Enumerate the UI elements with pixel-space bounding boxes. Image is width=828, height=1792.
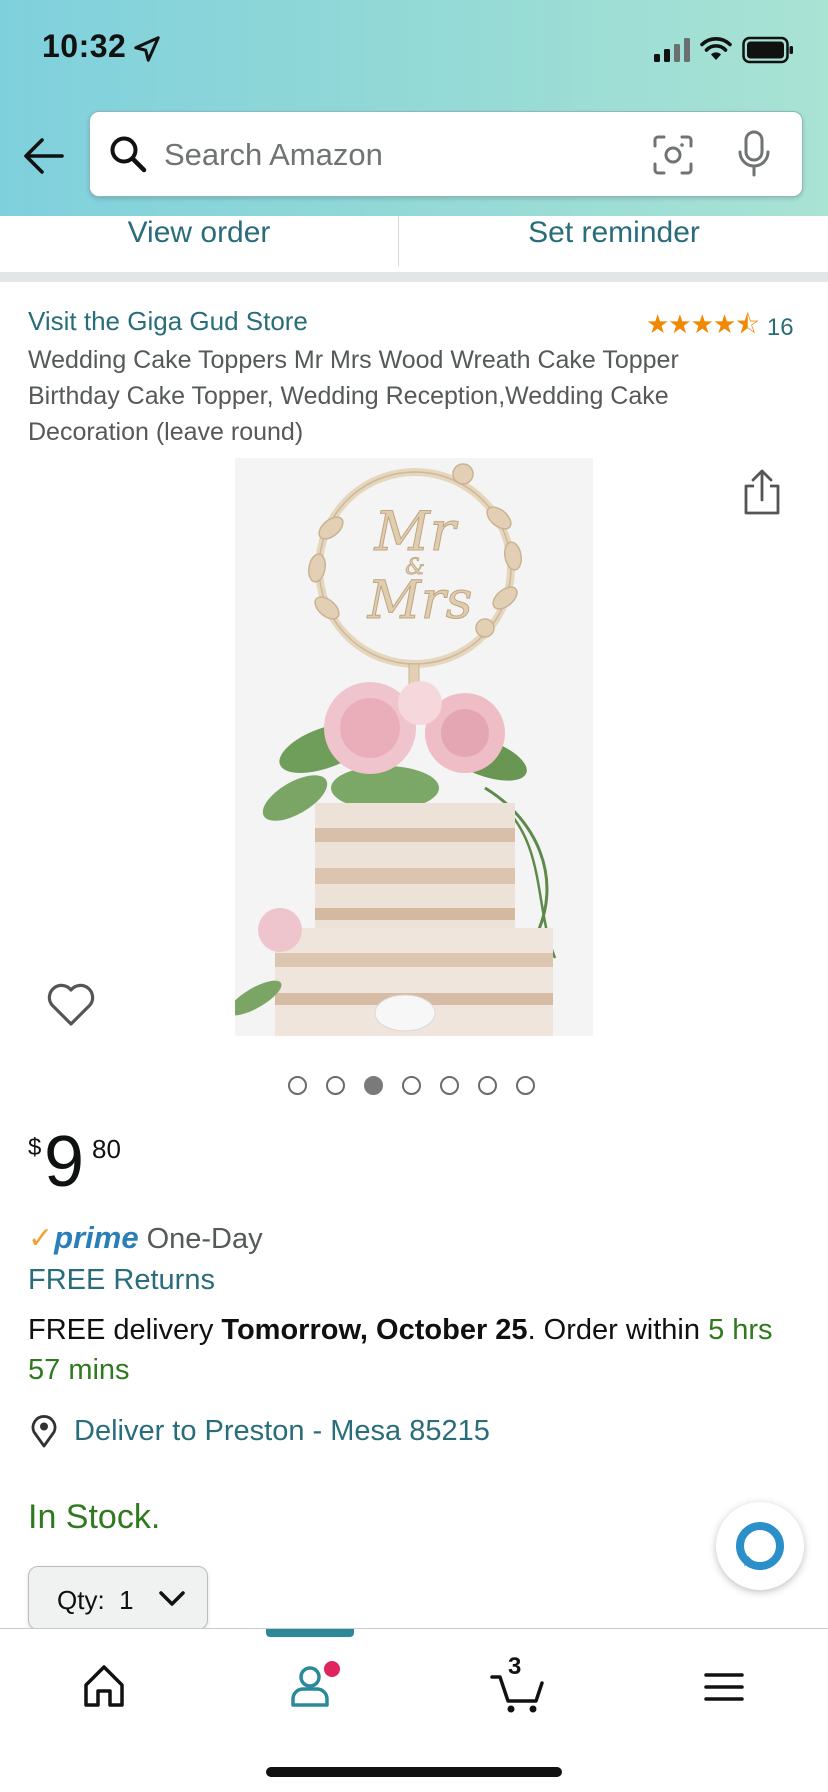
header: 10:32 [0,0,828,216]
camera-icon[interactable] [652,134,694,176]
price-symbol: $ [28,1134,42,1161]
carousel-dot[interactable] [326,1076,345,1095]
chevron-down-icon [159,1591,185,1606]
delivery-prefix: FREE delivery [28,1314,222,1346]
nav-home[interactable] [64,1649,144,1719]
divider [398,216,399,266]
quantity-label-text: Qty: [57,1585,105,1615]
carousel-dot[interactable] [440,1076,459,1095]
prime-label: One-Day [146,1223,263,1255]
nav-account[interactable] [270,1649,350,1719]
screen: 10:32 Search Amazon View order Set remin… [0,0,828,1792]
search-bar[interactable] [89,111,803,197]
prime-badge: ✓ prime One-Day [28,1220,263,1256]
search-input[interactable] [164,130,604,180]
deliver-to-link[interactable]: Deliver to Preston - Mesa 85215 [28,1414,490,1448]
svg-text:Mr: Mr [373,500,458,563]
carousel-dot[interactable] [478,1076,497,1095]
share-icon[interactable] [742,468,782,516]
home-indicator [266,1767,562,1777]
microphone-icon[interactable] [736,130,772,178]
location-pin-icon [31,1415,57,1448]
carousel-dot-active[interactable] [364,1076,383,1095]
free-returns-link[interactable]: FREE Returns [28,1264,215,1297]
quantity-label: Qty: 1 [57,1585,134,1616]
quantity-selector[interactable]: Qty: 1 [28,1566,208,1630]
deliver-to-text[interactable]: Deliver to Preston - Mesa 85215 [74,1415,490,1448]
battery-icon [742,36,793,64]
set-reminder-link[interactable]: Set reminder [400,216,828,266]
active-tab-indicator [266,1629,354,1637]
view-order-link[interactable]: View order [0,216,398,266]
price-whole: 9 [44,1122,85,1202]
svg-text:Mrs: Mrs [367,571,473,631]
rating-count[interactable]: 16 [767,314,794,342]
bottom-nav: 3 [0,1628,828,1792]
delivery-date: Tomorrow, October 25 [221,1314,528,1346]
account-icon [291,1666,329,1707]
nav-menu[interactable] [684,1649,764,1719]
notification-dot [324,1661,340,1677]
image-carousel-dots [288,1076,535,1095]
cart-count: 3 [508,1653,522,1680]
store-link[interactable]: Visit the Giga Gud Store [28,306,308,337]
delivery-middle: . Order within [527,1314,709,1346]
back-arrow-icon[interactable] [22,136,66,176]
location-arrow-icon [134,36,160,62]
quantity-value: 1 [119,1585,134,1615]
cake-topper-illustration: Mr & Mrs [235,458,593,1036]
carousel-dot[interactable] [288,1076,307,1095]
prime-logo: prime [54,1220,139,1255]
nav-cart[interactable]: 3 [478,1649,558,1719]
prime-check-icon: ✓ [28,1222,54,1255]
product-image[interactable]: Mr & Mrs [235,458,593,1036]
status-time: 10:32 [42,28,127,64]
stock-status: In Stock. [28,1498,161,1536]
carousel-dot[interactable] [516,1076,535,1095]
wifi-icon [700,37,732,60]
search-icon[interactable] [108,134,148,174]
order-actions-strip: View order Set reminder [0,216,828,282]
signal-icon [654,38,690,62]
product-title: Wedding Cake Toppers Mr Mrs Wood Wreath … [28,346,679,446]
alexa-icon [736,1522,784,1570]
delivery-info: FREE delivery Tomorrow, October 25. Orde… [28,1310,788,1390]
carousel-dot[interactable] [402,1076,421,1095]
price-fraction: 80 [92,1134,121,1164]
alexa-button[interactable] [716,1502,804,1590]
home-icon [84,1665,124,1707]
heart-icon[interactable] [46,982,96,1028]
menu-icon [704,1673,744,1701]
